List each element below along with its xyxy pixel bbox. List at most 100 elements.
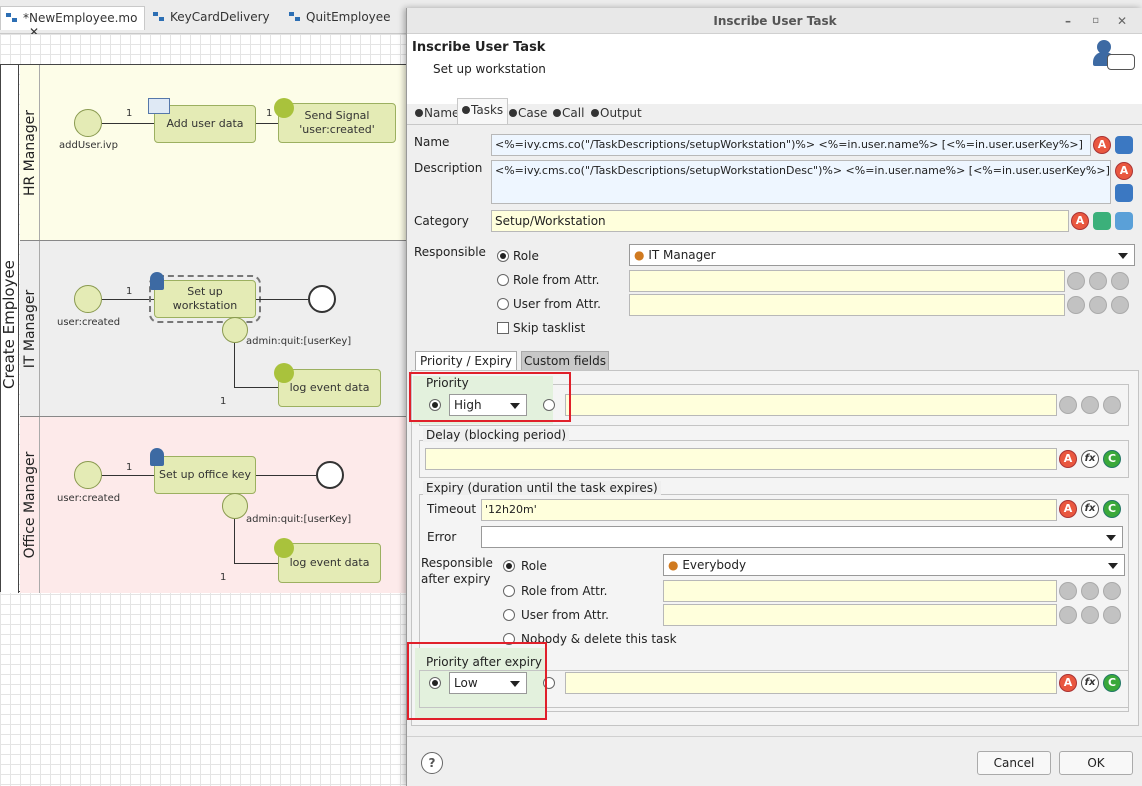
- function-icon[interactable]: [1081, 606, 1099, 624]
- sequence-flow[interactable]: [256, 123, 278, 124]
- cms-icon[interactable]: A: [1059, 500, 1077, 518]
- tab-priority-expiry[interactable]: Priority / Expiry: [415, 351, 517, 371]
- attribute-icon[interactable]: [1103, 396, 1121, 414]
- priority-expression-field[interactable]: [565, 394, 1057, 416]
- sequence-flow[interactable]: [234, 387, 278, 388]
- cms-icon[interactable]: A: [1071, 212, 1089, 230]
- delay-field[interactable]: [425, 448, 1057, 470]
- sequence-flow[interactable]: [102, 123, 154, 124]
- description-field[interactable]: <%=ivy.cms.co("/TaskDescriptions/setupWo…: [491, 160, 1111, 204]
- function-icon[interactable]: [1081, 582, 1099, 600]
- skip-tasklist-checkbox[interactable]: [497, 322, 509, 334]
- attribute-icon[interactable]: [1103, 606, 1121, 624]
- editor-tab-keycarddelivery[interactable]: KeyCardDelivery: [148, 6, 278, 30]
- restore-icon[interactable]: ▫: [1092, 8, 1099, 34]
- resp-after-label: Responsible: [421, 556, 493, 570]
- cms-icon[interactable]: [1059, 606, 1077, 624]
- timeout-label: Timeout: [427, 502, 477, 516]
- category-picker-icon[interactable]: [1093, 212, 1111, 230]
- category-db-icon[interactable]: [1115, 212, 1133, 230]
- attribute-icon[interactable]: [1103, 582, 1121, 600]
- sequence-flow[interactable]: [256, 475, 316, 476]
- priority-after-expression-field[interactable]: [565, 672, 1057, 694]
- minimize-icon[interactable]: –: [1065, 8, 1071, 34]
- attribute-icon[interactable]: [1111, 272, 1129, 290]
- cms-icon[interactable]: [1067, 296, 1085, 314]
- after-role-attr-field[interactable]: [663, 580, 1057, 602]
- sequence-flow[interactable]: [234, 563, 278, 564]
- start-event-label: addUser.ivp: [59, 140, 118, 151]
- role-attr-field[interactable]: [629, 270, 1065, 292]
- error-select[interactable]: [481, 526, 1123, 548]
- function-icon[interactable]: fx: [1081, 450, 1099, 468]
- flow-label: 1: [266, 108, 273, 119]
- sequence-flow[interactable]: [234, 519, 235, 563]
- sequence-flow[interactable]: [256, 299, 308, 300]
- editor-tab-quitemployee[interactable]: QuitEmployee: [284, 6, 404, 30]
- responsible-role-select[interactable]: ● IT Manager: [629, 244, 1135, 266]
- tab-case[interactable]: Case: [505, 102, 551, 126]
- boundary-event-label: admin:quit:[userKey]: [246, 514, 352, 525]
- radio-label: Role: [513, 249, 539, 263]
- tab-output[interactable]: Output: [587, 102, 646, 126]
- attribute-icon[interactable]: C: [1103, 674, 1121, 692]
- after-role-radio[interactable]: [503, 560, 515, 572]
- after-role-select[interactable]: ● Everybody: [663, 554, 1125, 576]
- database-icon[interactable]: [1115, 184, 1133, 202]
- cms-icon[interactable]: A: [1115, 162, 1133, 180]
- cms-icon[interactable]: A: [1093, 136, 1111, 154]
- ok-button[interactable]: OK: [1059, 751, 1133, 775]
- cms-icon[interactable]: [1067, 272, 1085, 290]
- cms-icon[interactable]: [1059, 396, 1077, 414]
- process-canvas[interactable]: Create Employee HR Manager IT Manager Of…: [0, 34, 406, 786]
- task-send-signal[interactable]: Send Signal 'user:created': [278, 103, 396, 143]
- flow-label: 1: [126, 286, 133, 297]
- responsible-user-attr-radio[interactable]: [497, 298, 509, 310]
- after-user-attr-field[interactable]: [663, 604, 1057, 626]
- signal-start-event[interactable]: [74, 285, 102, 313]
- lane-title: Office Manager: [22, 451, 38, 559]
- database-icon[interactable]: [1115, 136, 1133, 154]
- user-attr-field[interactable]: [629, 294, 1065, 316]
- cancel-button[interactable]: Cancel: [977, 751, 1051, 775]
- flow-label: 1: [220, 396, 227, 407]
- task-set-up-workstation[interactable]: Set up workstation: [149, 275, 261, 323]
- name-field[interactable]: <%=ivy.cms.co("/TaskDescriptions/setupWo…: [491, 134, 1091, 156]
- cms-icon[interactable]: [1059, 582, 1077, 600]
- tab-name[interactable]: Name: [411, 102, 463, 126]
- attribute-icon[interactable]: [1111, 296, 1129, 314]
- tab-call[interactable]: Call: [549, 102, 588, 126]
- signal-start-event[interactable]: [74, 461, 102, 489]
- flow-label: 1: [126, 108, 133, 119]
- start-event-adduser[interactable]: [74, 109, 102, 137]
- after-user-attr-radio[interactable]: [503, 609, 515, 621]
- tab-custom-fields[interactable]: Custom fields: [521, 351, 609, 371]
- sequence-flow[interactable]: [102, 475, 154, 476]
- after-role-attr-radio[interactable]: [503, 585, 515, 597]
- sequence-flow[interactable]: [102, 299, 154, 300]
- sequence-flow[interactable]: [234, 343, 235, 387]
- attribute-icon[interactable]: C: [1103, 500, 1121, 518]
- function-icon[interactable]: [1081, 396, 1099, 414]
- cms-icon[interactable]: A: [1059, 674, 1077, 692]
- end-event[interactable]: [316, 461, 344, 489]
- close-icon[interactable]: ✕: [1117, 8, 1127, 34]
- end-event[interactable]: [308, 285, 336, 313]
- cms-icon[interactable]: A: [1059, 450, 1077, 468]
- help-icon[interactable]: ?: [421, 752, 443, 774]
- editor-tab-newemployee[interactable]: *NewEmployee.mo ✕: [0, 6, 145, 39]
- gear-icon: [274, 538, 294, 558]
- function-icon[interactable]: [1089, 272, 1107, 290]
- responsible-role-radio[interactable]: [497, 250, 509, 262]
- function-icon[interactable]: [1089, 296, 1107, 314]
- category-field[interactable]: Setup/Workstation: [491, 210, 1069, 232]
- boundary-signal-event[interactable]: [222, 317, 248, 343]
- task-set-up-office-key[interactable]: Set up office key: [154, 456, 256, 494]
- tab-tasks[interactable]: Tasks: [457, 98, 509, 124]
- function-icon[interactable]: fx: [1081, 674, 1099, 692]
- responsible-role-attr-radio[interactable]: [497, 274, 509, 286]
- boundary-signal-event[interactable]: [222, 493, 248, 519]
- timeout-field[interactable]: '12h20m': [481, 499, 1057, 521]
- function-icon[interactable]: fx: [1081, 500, 1099, 518]
- attribute-icon[interactable]: C: [1103, 450, 1121, 468]
